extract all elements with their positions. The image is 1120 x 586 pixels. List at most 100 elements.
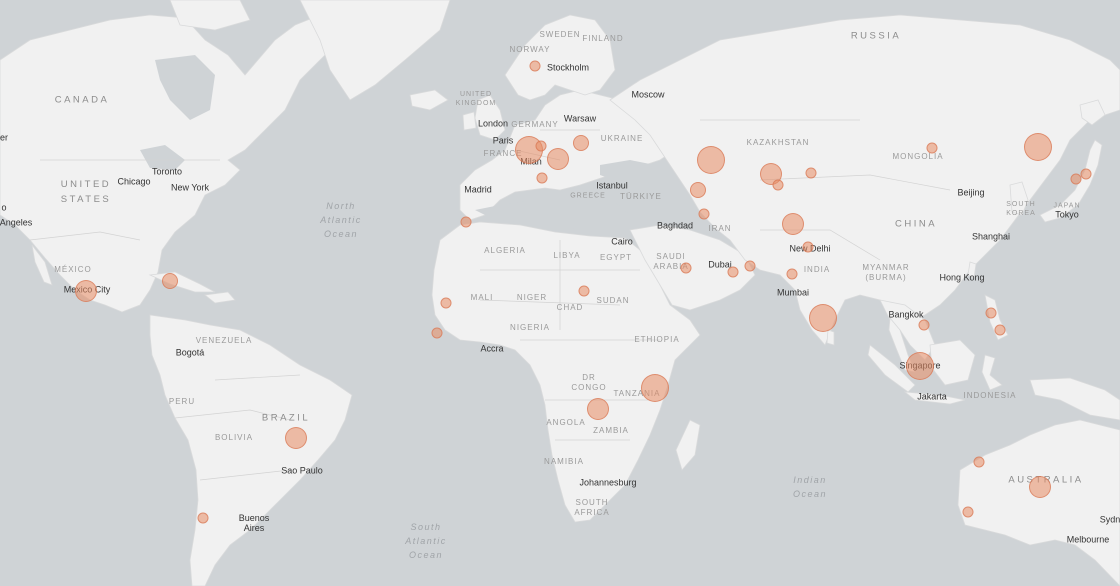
map-marker-gulf[interactable] [727, 266, 739, 278]
map-marker-ukraine[interactable] [573, 135, 589, 151]
country-label-kazakhstan: KAZAKHSTAN [746, 138, 810, 147]
city-label-madrid: Madrid [464, 184, 492, 195]
country-label-peru: PERU [168, 397, 196, 406]
map-marker-kenya[interactable] [641, 374, 669, 402]
map-marker-western-australia-s[interactable] [962, 506, 974, 518]
city-label-shanghai: Shanghai [971, 231, 1011, 242]
city-label-los-angeles: Angeles [0, 217, 33, 228]
ocean-label-south-atlantic: South Atlantic Ocean [405, 522, 447, 560]
world-map[interactable]: North Atlantic Ocean South Atlantic Ocea… [0, 0, 1120, 586]
country-label-sweden: SWEDEN [539, 30, 581, 39]
country-label-venezuela: VENEZUELA [195, 336, 253, 345]
map-marker-caribbean[interactable] [162, 273, 178, 289]
map-marker-mali[interactable] [440, 297, 452, 309]
city-label-cairo: Cairo [611, 236, 633, 247]
country-label-china: CHINA [894, 218, 938, 230]
map-marker-kazakhstan-west[interactable] [697, 146, 725, 174]
map-marker-argentina[interactable] [197, 512, 209, 524]
map-marker-thailand[interactable] [918, 319, 930, 331]
city-label-hong-kong: Hong Kong [939, 272, 985, 283]
ocean-label-indian: Indian Ocean [792, 475, 828, 499]
map-marker-saudi-arabia[interactable] [680, 262, 692, 274]
ocean-label-north-atlantic: North Atlantic Ocean [320, 201, 362, 239]
map-marker-scandinavia[interactable] [529, 60, 541, 72]
land-ireland [462, 111, 477, 131]
map-marker-japan-2[interactable] [1080, 168, 1092, 180]
city-label-melbourne: Melbourne [1066, 534, 1110, 545]
map-marker-sierra-leone[interactable] [431, 327, 443, 339]
country-label-sudan: SUDAN [596, 296, 630, 305]
map-marker-pakistan[interactable] [786, 268, 798, 280]
country-label-chad: CHAD [556, 303, 584, 312]
country-label-ethiopia: ETHIOPIA [634, 335, 680, 344]
city-label-sydney: Sydn [1099, 514, 1120, 525]
country-label-united-states: UNITED STATES [60, 179, 112, 205]
country-label-japan: JAPAN [1053, 202, 1081, 210]
country-label-united-kingdom: UNITED KINGDOM [455, 91, 497, 107]
city-label-partial-left: er [0, 132, 9, 143]
map-marker-north-india[interactable] [782, 213, 804, 235]
country-label-niger: NIGER [516, 293, 548, 302]
map-marker-singapore[interactable] [906, 352, 934, 380]
country-label-libya: LIBYA [553, 251, 581, 260]
map-marker-china-north[interactable] [805, 167, 817, 179]
country-label-egypt: EGYPT [599, 253, 633, 262]
country-label-mongolia: MONGOLIA [892, 152, 944, 161]
map-marker-zambia[interactable] [587, 398, 609, 420]
map-marker-mexico[interactable] [75, 280, 97, 302]
map-marker-brazil[interactable] [285, 427, 307, 449]
city-label-jakarta: Jakarta [917, 391, 947, 402]
map-marker-iraq[interactable] [698, 208, 710, 220]
country-label-brazil: BRAZIL [261, 412, 311, 424]
map-marker-europe-balkans[interactable] [547, 148, 569, 170]
city-label-tokyo: Tokyo [1055, 209, 1079, 220]
country-label-myanmar: MYANMAR (BURMA) [862, 263, 910, 282]
map-marker-chad[interactable] [578, 285, 590, 297]
country-label-zambia: ZAMBIA [593, 426, 629, 435]
city-label-johannesburg: Johannesburg [579, 477, 637, 488]
city-label-mumbai: Mumbai [776, 287, 810, 298]
city-label-paris: Paris [492, 135, 514, 146]
country-label-nigeria: NIGERIA [510, 323, 550, 332]
map-marker-central-asia[interactable] [772, 179, 784, 191]
country-label-bolivia: BOLIVIA [214, 433, 254, 442]
country-label-iran: IRAN [708, 224, 732, 233]
country-label-greece: GREECE [570, 192, 606, 200]
land-sri-lanka [826, 329, 835, 346]
city-label-toronto: Toronto [151, 166, 183, 177]
map-marker-western-australia-n[interactable] [973, 456, 985, 468]
map-marker-mongolia[interactable] [926, 142, 938, 154]
map-marker-italy[interactable] [536, 172, 548, 184]
country-label-mali: MALI [470, 293, 494, 302]
map-marker-philippines-2[interactable] [994, 324, 1006, 336]
country-label-indonesia: INDONESIA [963, 391, 1017, 400]
map-marker-europe-central[interactable] [535, 140, 547, 152]
city-label-warsaw: Warsaw [563, 113, 597, 124]
map-marker-morocco[interactable] [460, 216, 472, 228]
city-label-istanbul: Istanbul [596, 180, 628, 191]
country-label-russia: RUSSIA [850, 30, 902, 42]
map-marker-oman[interactable] [744, 260, 756, 272]
city-label-baghdad: Baghdad [656, 220, 694, 231]
country-label-angola: ANGOLA [546, 418, 586, 427]
city-label-bogota: Bogotá [175, 347, 205, 358]
country-label-india: INDIA [803, 265, 831, 274]
country-label-turkiye: TÜRKIYE [620, 192, 662, 201]
map-marker-philippines[interactable] [985, 307, 997, 319]
city-label-bangkok: Bangkok [888, 309, 924, 320]
map-marker-south-india[interactable] [809, 304, 837, 332]
map-marker-caspian[interactable] [690, 182, 706, 198]
city-label-new-york: New York [170, 182, 210, 193]
map-marker-australia[interactable] [1029, 476, 1051, 498]
city-label-partial-left-2: o [1, 202, 7, 213]
map-marker-india-central[interactable] [802, 241, 814, 253]
country-label-namibia: NAMIBIA [544, 457, 584, 466]
country-label-ukraine: UKRAINE [600, 134, 644, 143]
country-label-mexico: MÉXICO [54, 265, 92, 274]
map-basemap [0, 0, 1120, 586]
city-label-buenos-aires: Buenos Aires [238, 513, 270, 533]
map-marker-manchuria[interactable] [1024, 133, 1052, 161]
city-label-accra: Accra [480, 343, 504, 354]
city-label-stockholm: Stockholm [546, 62, 590, 73]
country-label-south-africa: SOUTH AFRICA [574, 498, 610, 517]
